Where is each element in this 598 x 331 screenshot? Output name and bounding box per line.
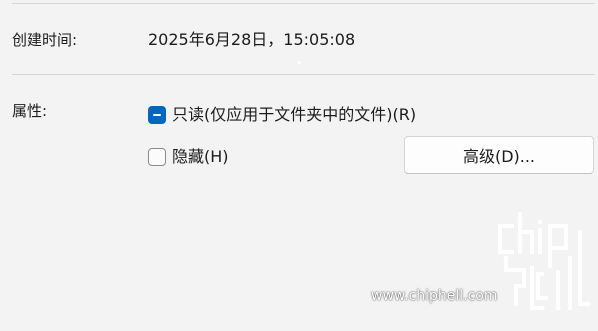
section-divider xyxy=(12,74,595,75)
attributes-label: 属性: xyxy=(12,102,48,120)
decorative-dot xyxy=(298,61,301,64)
hidden-checkbox-row[interactable]: 隐藏(H) xyxy=(148,147,229,167)
readonly-checkbox-label[interactable]: 只读(仅应用于文件夹中的文件)(R) xyxy=(172,105,416,125)
created-time-value: 2025年6月28日，15:05:08 xyxy=(148,30,356,49)
hidden-checkbox[interactable] xyxy=(148,148,166,166)
advanced-button[interactable]: 高级(D)... xyxy=(404,136,594,174)
indeterminate-dash-icon xyxy=(153,114,161,116)
hidden-checkbox-label[interactable]: 隐藏(H) xyxy=(172,147,229,167)
advanced-button-label: 高级(D)... xyxy=(462,147,536,166)
readonly-checkbox-row[interactable]: 只读(仅应用于文件夹中的文件)(R) xyxy=(148,105,416,125)
top-divider xyxy=(12,3,595,4)
readonly-checkbox[interactable] xyxy=(148,106,166,124)
chiphell-logo-watermark xyxy=(498,212,591,311)
created-time-label: 创建时间: xyxy=(12,31,78,49)
watermark-url: www.chiphell.com xyxy=(371,288,498,304)
